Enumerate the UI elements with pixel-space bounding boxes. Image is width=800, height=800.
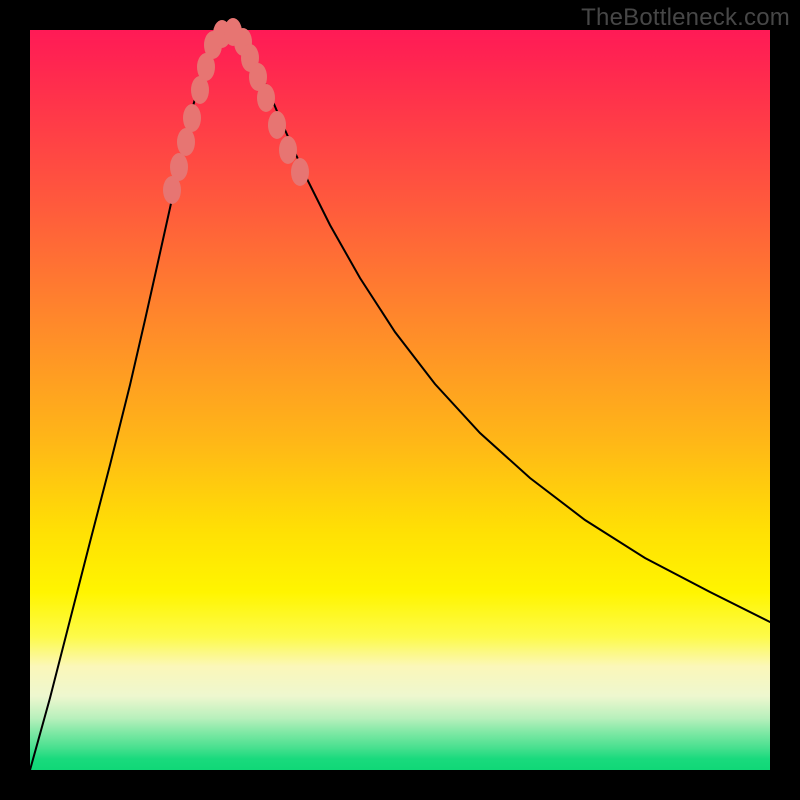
bottleneck-curve <box>30 30 770 770</box>
bead-marker <box>170 153 188 181</box>
bead-marker <box>291 158 309 186</box>
bead-marker <box>183 104 201 132</box>
curve-layer <box>30 30 770 770</box>
watermark-text: TheBottleneck.com <box>581 4 790 32</box>
bead-marker <box>177 128 195 156</box>
bead-marker <box>268 111 286 139</box>
bead-marker <box>279 136 297 164</box>
outer-frame: TheBottleneck.com <box>0 0 800 800</box>
bead-markers <box>163 18 309 204</box>
bead-marker <box>257 84 275 112</box>
